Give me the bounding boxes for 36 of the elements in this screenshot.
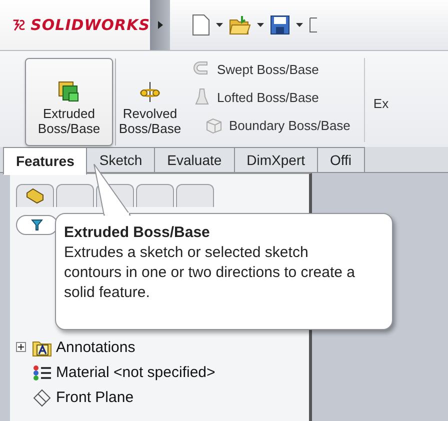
open-folder-icon[interactable]	[229, 15, 251, 35]
parts-icon	[26, 188, 44, 204]
ribbon-tab[interactable]: Sketch	[87, 147, 156, 173]
extrude-icon	[58, 81, 80, 103]
dropdown-caret-icon[interactable]	[296, 23, 303, 27]
tooltip-text: Extrudes a sketch or selected sketch contours in one or two directions to create a solid feature.	[64, 243, 356, 303]
tree-item[interactable]: Material <not specified>	[56, 364, 216, 381]
new-document-icon[interactable]	[192, 14, 210, 36]
ribbon-button[interactable]: Extruded Boss/Base	[25, 58, 113, 146]
tooltip-title: Extruded Boss/Base	[64, 223, 211, 243]
tree-item[interactable]: Annotations	[56, 339, 136, 356]
ribbon-button[interactable]: Ex	[373, 96, 389, 111]
filter-button[interactable]	[16, 215, 58, 235]
ribbon-tab[interactable]: Features	[3, 147, 88, 175]
ribbon-button[interactable]: Revolved Boss/Base	[115, 58, 185, 146]
revolve-icon	[139, 81, 161, 103]
annotation-folder-icon	[32, 338, 52, 356]
lofted-icon	[193, 88, 211, 106]
expand-arrow-icon[interactable]	[158, 21, 162, 29]
boundary-icon	[205, 116, 223, 134]
ribbon-button[interactable]: Boundary Boss/Base	[205, 114, 350, 136]
ribbon-button[interactable]: Swept Boss/Base	[193, 58, 350, 80]
ribbon-tab[interactable]: Offi	[318, 147, 365, 173]
save-icon[interactable]	[270, 15, 290, 35]
ribbon-tab[interactable]: Evaluate	[155, 147, 235, 173]
material-icon	[32, 364, 52, 382]
expand-icon[interactable]	[16, 342, 26, 352]
tree-item[interactable]: Front Plane	[56, 389, 134, 406]
dropdown-caret-icon[interactable]	[216, 23, 223, 27]
ribbon-button[interactable]: Lofted Boss/Base	[193, 86, 350, 108]
app-logo: SOLIDWORKS	[30, 16, 150, 34]
filter-icon	[31, 219, 43, 231]
plane-icon	[32, 388, 52, 406]
feature-manager-tab[interactable]	[16, 184, 54, 207]
ribbon-tab[interactable]: DimXpert	[234, 147, 318, 173]
dropdown-caret-icon[interactable]	[257, 23, 264, 27]
